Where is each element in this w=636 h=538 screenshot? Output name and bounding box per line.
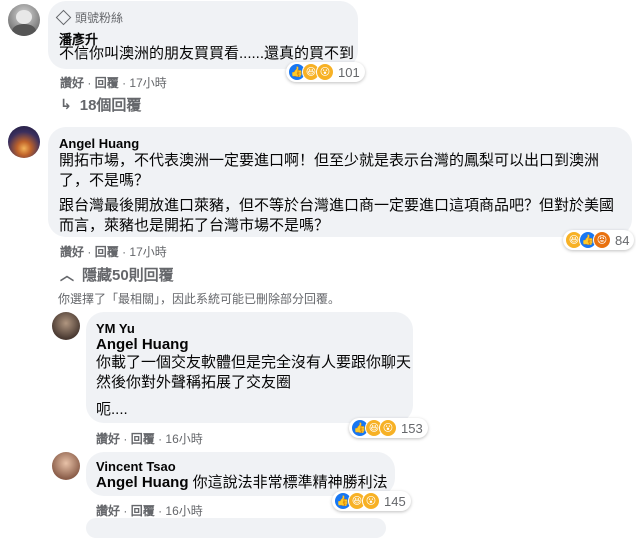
timestamp[interactable]: 16小時 [165, 504, 202, 518]
comment-author[interactable]: Angel Huang [59, 136, 139, 151]
comment-text: 不信你叫澳洲的朋友買買看......還真的買不到 [59, 45, 355, 62]
avatar[interactable] [8, 126, 40, 158]
separator: · [123, 432, 128, 446]
hide-replies-toggle[interactable]: ︿ 隱藏50則回覆 [60, 264, 174, 285]
badge-label: 頭號粉絲 [75, 11, 124, 25]
reply-text-line: 呃.... [96, 401, 128, 418]
separator: · [122, 76, 127, 90]
next-reply-bubble [86, 518, 386, 538]
toggle-label: 隱藏50則回覆 [82, 267, 174, 284]
reaction-count: 84 [615, 232, 630, 248]
separator: · [87, 76, 92, 90]
reply-action[interactable]: 回覆 [131, 432, 155, 446]
reply-action[interactable]: 回覆 [131, 504, 155, 518]
reaction-summary[interactable]: 👍 😆 😮 153 [349, 418, 428, 438]
reaction-count: 101 [338, 64, 360, 80]
reply-actions: 讚好 · 回覆 · 16小時 [96, 430, 203, 447]
like-action[interactable]: 讚好 [60, 76, 84, 90]
avatar[interactable] [52, 452, 80, 480]
wow-icon: 😮 [379, 419, 397, 437]
separator: · [158, 504, 163, 518]
reaction-count: 153 [401, 420, 423, 436]
reaction-summary[interactable]: 😆 👍 😡 84 [563, 230, 635, 250]
chevron-up-icon: ︿ [60, 266, 74, 283]
separator: · [122, 245, 127, 259]
mention[interactable]: Angel Huang [96, 335, 189, 355]
reply-action[interactable]: 回覆 [95, 76, 119, 90]
filter-notice: 你選擇了「最相關」，因此系統可能已刪除部分回覆。 [58, 292, 341, 306]
angry-icon: 😡 [593, 231, 611, 249]
comment-actions: 讚好 · 回覆 · 17小時 [60, 243, 167, 260]
reply-arrow-icon: ↳ [60, 96, 72, 112]
like-action[interactable]: 讚好 [96, 504, 120, 518]
timestamp[interactable]: 17小時 [129, 76, 166, 90]
timestamp[interactable]: 16小時 [165, 432, 202, 446]
reply-actions: 讚好 · 回覆 · 16小時 [96, 502, 203, 519]
top-fan-badge: 頭號粉絲 [55, 9, 124, 26]
like-action[interactable]: 讚好 [96, 432, 120, 446]
reply-body: 你這說法非常標準精神勝利法 [192, 474, 388, 491]
comment-text-line: 了，不是嗎？ [59, 172, 150, 189]
comment-text-line: 開拓市場，不代表澳洲一定要進口啊！但至少就是表示台灣的鳳梨可以出口到澳洲 [59, 152, 600, 169]
separator: · [87, 245, 92, 259]
comment-actions: 讚好 · 回覆 · 17小時 [60, 74, 167, 91]
reply-author[interactable]: Vincent Tsao [96, 459, 176, 474]
wow-icon: 😮 [316, 63, 334, 81]
reaction-count: 145 [384, 493, 406, 509]
diamond-icon [55, 9, 72, 26]
reply-author[interactable]: YM Yu [96, 321, 135, 336]
reaction-summary[interactable]: 👍 😆 😮 145 [332, 491, 411, 511]
avatar[interactable] [8, 4, 40, 36]
mention[interactable]: Angel Huang [96, 474, 189, 491]
comment-text-line: 而言，萊豬也是開拓了台灣市場不是嗎？ [59, 217, 330, 234]
avatar[interactable] [52, 312, 80, 340]
reaction-summary[interactable]: 👍 😆 😮 101 [286, 62, 365, 82]
reply-action[interactable]: 回覆 [95, 245, 119, 259]
toggle-label: 18個回覆 [79, 97, 142, 114]
timestamp[interactable]: 17小時 [129, 245, 166, 259]
reply-text: Angel Huang 你這說法非常標準精神勝利法 [96, 473, 388, 493]
like-action[interactable]: 讚好 [60, 245, 84, 259]
reply-text-line: 然後你對外聲稱拓展了交友圈 [96, 374, 292, 391]
comment-text-line: 跟台灣最後開放進口萊豬，但不等於台灣進口商一定要進口這項商品吧？但對於美國 [59, 197, 615, 214]
reply-text-line: 你載了一個交友軟體但是完全沒有人要跟你聊天 [96, 354, 412, 371]
wow-icon: 😮 [362, 492, 380, 510]
separator: · [123, 504, 128, 518]
view-replies-toggle[interactable]: ↳ 18個回覆 [60, 94, 141, 115]
separator: · [158, 432, 163, 446]
